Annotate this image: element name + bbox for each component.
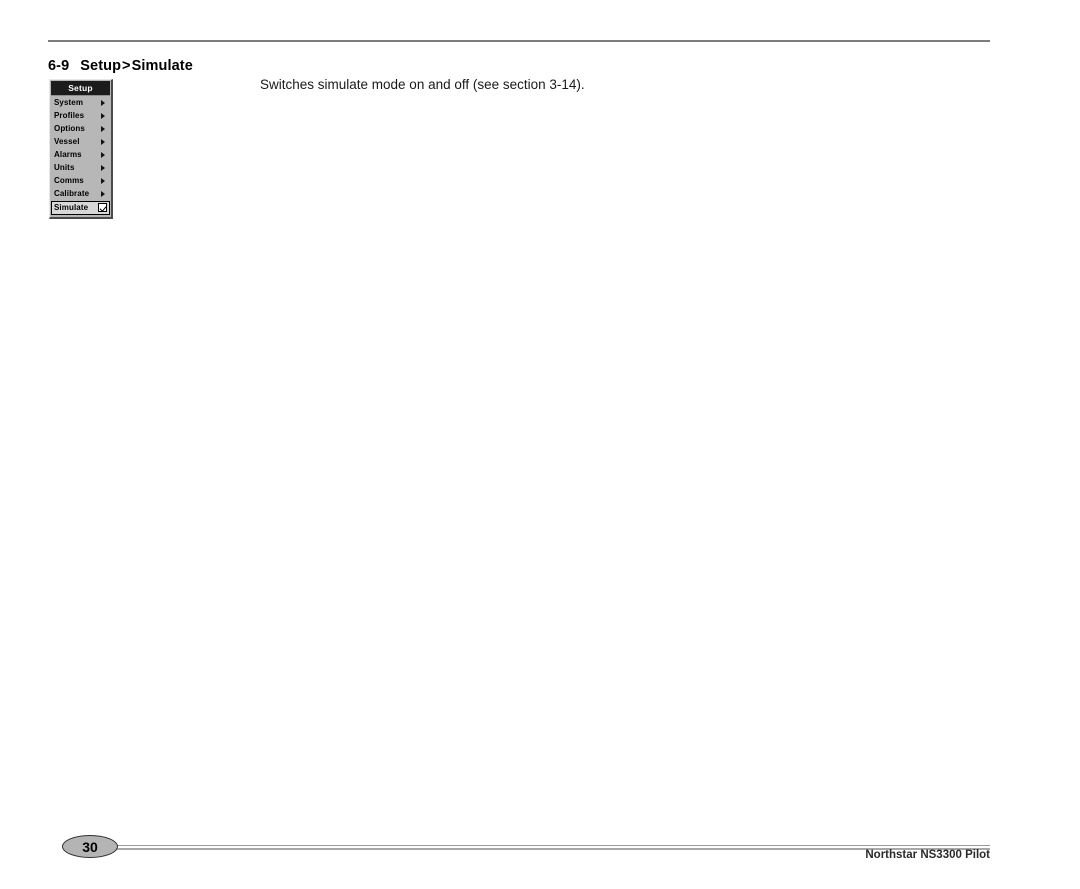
page-title-second: Simulate <box>131 57 193 74</box>
section-number: 6-9 <box>48 57 70 74</box>
menu-item-options[interactable]: Options <box>51 123 110 136</box>
menu-item-alarms[interactable]: Alarms <box>51 149 110 162</box>
submenu-arrow-icon <box>101 100 105 106</box>
submenu-arrow-icon <box>101 139 105 145</box>
footer-product-name: Northstar NS3300 Pilot <box>865 849 990 861</box>
menu-item-units[interactable]: Units <box>51 162 110 175</box>
menu-title-bar: Setup <box>51 81 110 96</box>
menu-item-label: Options <box>54 124 85 133</box>
menu-item-calibrate[interactable]: Calibrate <box>51 188 110 201</box>
menu-item-simulate[interactable]: Simulate <box>51 200 110 215</box>
body-paragraph: Switches simulate mode on and off (see s… <box>260 76 585 92</box>
checkbox-checked-icon[interactable] <box>98 203 107 212</box>
page-number-badge: 30 <box>62 835 118 858</box>
menu-item-system[interactable]: System <box>51 97 110 110</box>
header-rule <box>48 40 990 42</box>
submenu-arrow-icon <box>101 165 105 171</box>
footer-rule-top <box>112 845 990 846</box>
menu-item-comms[interactable]: Comms <box>51 175 110 188</box>
menu-item-label: Vessel <box>54 137 80 146</box>
menu-item-label: System <box>54 98 84 107</box>
page-title: 6-9 Setup>Simulate <box>48 57 193 75</box>
menu-item-list: System Profiles Options Vessel Alarms Un… <box>51 96 110 215</box>
menu-item-label: Units <box>54 163 75 172</box>
submenu-arrow-icon <box>101 113 105 119</box>
menu-item-label: Simulate <box>54 202 89 212</box>
device-setup-menu[interactable]: Setup System Profiles Options Vessel Ala… <box>49 79 113 219</box>
page-title-first: Setup <box>80 57 122 74</box>
menu-item-profiles[interactable]: Profiles <box>51 110 110 123</box>
menu-item-label: Comms <box>54 176 84 185</box>
footer-rule-bottom <box>112 848 990 850</box>
submenu-arrow-icon <box>101 178 105 184</box>
submenu-arrow-icon <box>101 152 105 158</box>
menu-item-vessel[interactable]: Vessel <box>51 136 110 149</box>
submenu-arrow-icon <box>101 191 105 197</box>
menu-item-label: Profiles <box>54 111 85 120</box>
submenu-arrow-icon <box>101 126 105 132</box>
breadcrumb-separator: > <box>122 57 131 74</box>
menu-item-label: Alarms <box>54 150 82 159</box>
menu-item-label: Calibrate <box>54 189 90 198</box>
